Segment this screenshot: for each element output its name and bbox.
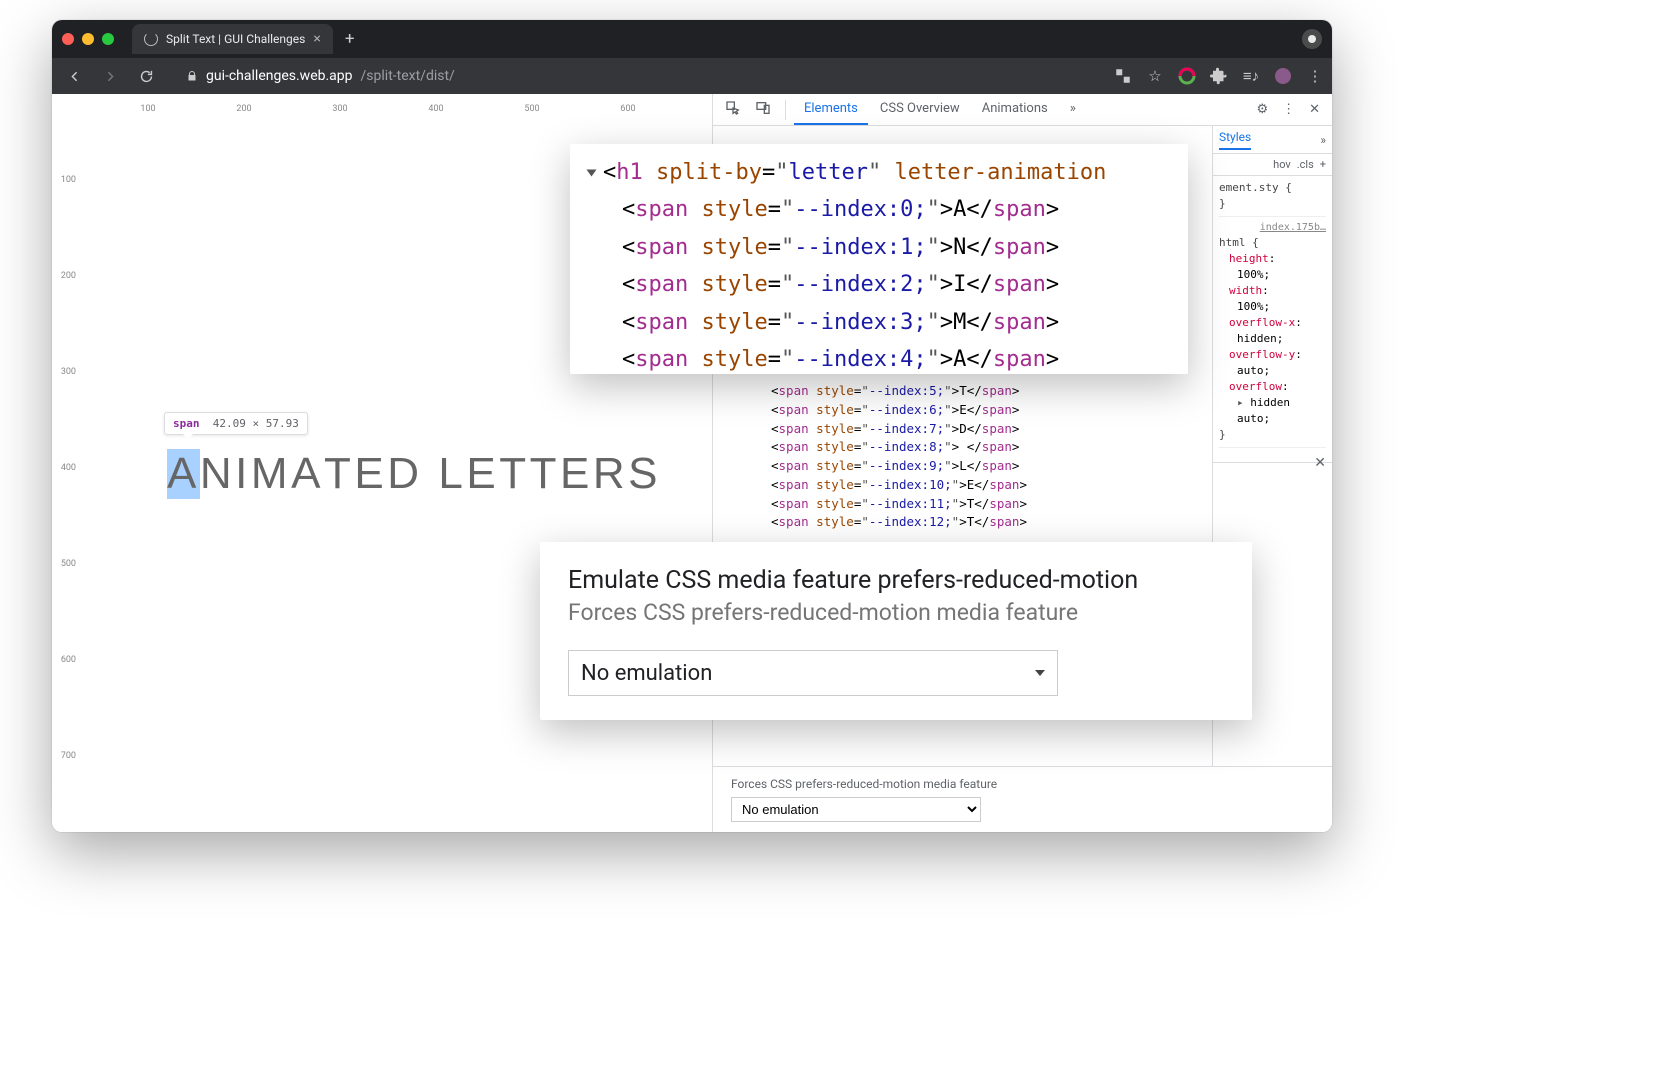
headline-letter: N	[200, 449, 235, 499]
reload-button[interactable]	[132, 62, 160, 90]
emulation-select[interactable]: No emulation	[731, 797, 981, 822]
favicon-icon	[144, 32, 158, 46]
extensions-icon[interactable]	[1210, 67, 1228, 85]
translate-icon[interactable]	[1114, 67, 1132, 85]
close-computed-button[interactable]: ✕	[1314, 455, 1326, 471]
url-path: /split-text/dist/	[361, 68, 455, 84]
device-toolbar-icon[interactable]	[749, 100, 777, 120]
kebab-menu-icon[interactable]: ⋮	[1306, 67, 1324, 85]
headline-letter: E	[560, 449, 593, 499]
headline-letter: L	[438, 449, 466, 499]
rendering-select[interactable]: No emulation	[568, 650, 1058, 696]
inspect-element-icon[interactable]	[719, 100, 747, 120]
inspect-tooltip: span 42.09 × 57.93	[164, 412, 308, 435]
headline-letter: R	[593, 449, 628, 499]
vertical-ruler: 100200300400500600700800	[52, 114, 80, 832]
forward-button[interactable]	[96, 62, 124, 90]
add-rule-button[interactable]: +	[1320, 158, 1326, 171]
zoomed-elements-overlay: <h1 split-by="letter" letter-animation<s…	[570, 144, 1188, 374]
headline-letter: T	[499, 449, 529, 499]
zoomed-rendering-overlay: Emulate CSS media feature prefers-reduce…	[540, 542, 1252, 720]
browser-tab[interactable]: Split Text | GUI Challenges ×	[132, 24, 333, 54]
inspect-tag: span	[173, 417, 200, 430]
headline-letter: I	[235, 449, 251, 499]
address-bar[interactable]: gui-challenges.web.app/split-text/dist/	[206, 68, 1106, 84]
cls-toggle[interactable]: .cls	[1297, 158, 1314, 171]
rendering-drawer: Forces CSS prefers-reduced-motion media …	[713, 766, 1332, 832]
account-icon[interactable]	[1302, 29, 1322, 49]
page-headline: ANIMATED LETTERS	[167, 449, 661, 499]
back-button[interactable]	[60, 62, 88, 90]
source-file-link[interactable]: index.175b…	[1219, 221, 1326, 236]
styles-more[interactable]: »	[1320, 133, 1326, 147]
tab-elements[interactable]: Elements	[794, 94, 868, 125]
inspect-dimensions: 42.09 × 57.93	[213, 417, 299, 430]
settings-icon[interactable]: ⚙	[1250, 102, 1274, 117]
headline-letter	[423, 449, 439, 499]
hov-toggle[interactable]: hov	[1273, 158, 1291, 171]
headline-letter: M	[251, 449, 291, 499]
styles-rules[interactable]: ement.sty { } index.175b… html { height:…	[1213, 176, 1332, 456]
headline-letter: E	[354, 449, 387, 499]
headline-letter: A	[167, 449, 200, 499]
tab-styles[interactable]: Styles	[1219, 130, 1251, 150]
profile-avatar-icon[interactable]	[1274, 67, 1292, 85]
horizontal-ruler: 100200300400500600	[52, 94, 747, 114]
close-devtools-button[interactable]: ✕	[1303, 102, 1326, 117]
lock-icon	[186, 70, 198, 82]
url-domain: gui-challenges.web.app	[206, 68, 353, 84]
rendering-title: Emulate CSS media feature prefers-reduce…	[568, 566, 1224, 595]
headline-letter: T	[324, 449, 354, 499]
minimize-window-button[interactable]	[82, 33, 94, 45]
close-window-button[interactable]	[62, 33, 74, 45]
headline-letter: A	[291, 449, 324, 499]
tab-more[interactable]: »	[1060, 94, 1086, 125]
titlebar: Split Text | GUI Challenges × +	[52, 20, 1332, 58]
maximize-window-button[interactable]	[102, 33, 114, 45]
headline-letter: E	[466, 449, 499, 499]
window-controls	[62, 33, 114, 45]
rendering-desc: Forces CSS prefers-reduced-motion media …	[568, 599, 1224, 626]
color-picker-extension-icon[interactable]	[1178, 67, 1196, 85]
playlist-extension-icon[interactable]: ≡♪	[1242, 67, 1260, 85]
new-tab-button[interactable]: +	[345, 29, 355, 49]
tab-animations[interactable]: Animations	[972, 94, 1058, 125]
devtools-kebab-icon[interactable]: ⋮	[1276, 102, 1301, 117]
headline-letter: T	[530, 449, 560, 499]
headline-letter: S	[628, 449, 661, 499]
drawer-desc: Forces CSS prefers-reduced-motion media …	[731, 777, 1314, 791]
tab-css-overview[interactable]: CSS Overview	[870, 94, 970, 125]
close-tab-button[interactable]: ×	[313, 31, 320, 47]
tab-title: Split Text | GUI Challenges	[166, 32, 305, 46]
devtools-tabbar: Elements CSS Overview Animations » ⚙ ⋮ ✕	[713, 94, 1332, 126]
browser-toolbar: gui-challenges.web.app/split-text/dist/ …	[52, 58, 1332, 94]
headline-letter: D	[387, 449, 422, 499]
star-icon[interactable]: ☆	[1146, 67, 1164, 85]
